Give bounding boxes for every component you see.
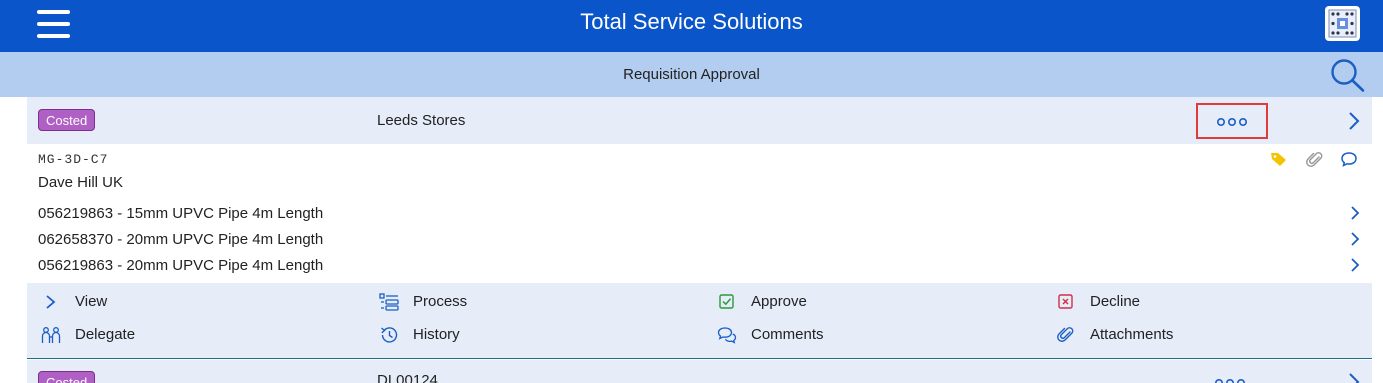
app-logo-icon[interactable] (1325, 6, 1360, 41)
chevron-right-icon[interactable] (1347, 372, 1361, 383)
process-label: Process (413, 293, 468, 310)
more-dots-icon[interactable] (1215, 378, 1245, 383)
line-item: 056219863 - 20mm UPVC Pipe 4m Length (38, 257, 324, 274)
status-badge: Costed (38, 109, 96, 131)
paperclip-icon (1057, 327, 1074, 342)
comment-icon[interactable] (1340, 151, 1358, 167)
process-icon (379, 293, 399, 311)
actions-panel: View Process Approve Decline Delegate Hi… (27, 283, 1372, 359)
more-options-button[interactable] (1196, 103, 1268, 139)
requisition-card-header[interactable]: Costed Leeds Stores (27, 97, 1372, 144)
supplier-name: Dave Hill UK (38, 174, 124, 191)
tag-icon (1271, 153, 1286, 166)
chevron-right-icon[interactable] (1347, 111, 1361, 131)
requisition-location: DL00124 (377, 372, 438, 383)
line-item: 056219863 - 15mm UPVC Pipe 4m Length (38, 205, 324, 222)
view-label: View (75, 293, 108, 310)
page-title: Requisition Approval (623, 66, 760, 83)
chevron-right-icon (46, 295, 56, 309)
paperclip-icon[interactable] (1306, 151, 1324, 169)
chevron-right-icon[interactable] (1349, 205, 1361, 221)
history-label: History (413, 326, 460, 343)
sub-header: Requisition Approval (0, 52, 1383, 97)
requisition-location: Leeds Stores (377, 112, 466, 129)
decline-label: Decline (1090, 293, 1141, 310)
comments-label: Comments (751, 326, 824, 343)
search-icon[interactable] (1329, 57, 1367, 93)
checkbox-check-icon (719, 294, 734, 309)
app-title: Total Service Solutions (580, 9, 803, 34)
history-icon (381, 327, 398, 343)
requisition-card-header[interactable]: Costed DL00124 (27, 360, 1372, 383)
more-dots-icon (1217, 117, 1247, 127)
approve-label: Approve (751, 293, 807, 310)
delegate-icon (41, 327, 61, 343)
delegate-label: Delegate (75, 326, 136, 343)
top-bar: Total Service Solutions (0, 0, 1383, 52)
requisition-ref: MG-3D-C7 (38, 152, 109, 167)
checkbox-x-icon (1058, 294, 1073, 309)
status-badge: Costed (38, 371, 96, 383)
chevron-right-icon[interactable] (1349, 257, 1361, 273)
line-item: 062658370 - 20mm UPVC Pipe 4m Length (38, 231, 324, 248)
chevron-right-icon[interactable] (1349, 231, 1361, 247)
comments-icon (717, 327, 737, 344)
attachments-label: Attachments (1090, 326, 1174, 343)
